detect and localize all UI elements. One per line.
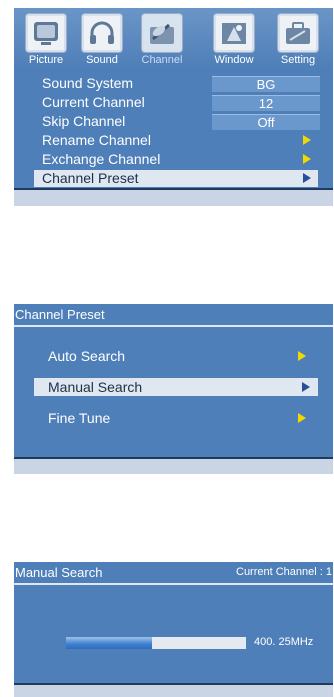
tab-setting[interactable]: Setting xyxy=(268,8,328,68)
menu-footer xyxy=(14,685,333,697)
menu-item-label: Rename Channel xyxy=(42,132,151,148)
menu-item-label: Manual Search xyxy=(48,379,143,395)
tab-label: Sound xyxy=(86,54,118,66)
preset-item-list: Auto Search Manual Search Fine Tune xyxy=(14,327,333,457)
menu-item-label: Exchange Channel xyxy=(42,151,161,167)
menu-item-label: Channel Preset xyxy=(42,170,139,186)
headphones-icon xyxy=(81,13,123,53)
sound-system-value: BG xyxy=(212,76,320,92)
menu-item-sound-system[interactable]: Sound System BG xyxy=(20,75,320,92)
main-menu-panel: Picture Sound Channel Window Setting Sou… xyxy=(14,8,333,206)
panel-title: Manual Search xyxy=(15,565,103,580)
menu-item-auto-search[interactable]: Auto Search xyxy=(34,347,318,365)
manual-search-panel: Manual Search Current Channel : 1 400. 2… xyxy=(14,562,333,697)
search-progress-bar xyxy=(66,637,246,649)
arrow-right-icon xyxy=(303,135,311,145)
current-channel-readout: Current Channel : 1 xyxy=(236,566,332,578)
menu-footer xyxy=(14,190,333,206)
arrow-right-icon xyxy=(302,382,310,392)
tab-label: Window xyxy=(214,54,254,66)
panel-title: Channel Preset xyxy=(15,307,105,322)
skip-channel-value: Off xyxy=(212,114,320,130)
window-icon xyxy=(213,13,255,53)
current-channel-value: 12 xyxy=(212,95,320,111)
toolbox-icon xyxy=(277,13,319,53)
menu-item-fine-tune[interactable]: Fine Tune xyxy=(34,409,318,427)
tab-channel[interactable]: Channel xyxy=(132,8,192,68)
menu-item-current-channel[interactable]: Current Channel 12 xyxy=(20,94,320,111)
tab-label: Channel xyxy=(141,54,183,66)
menu-item-manual-search[interactable]: Manual Search xyxy=(34,378,318,396)
tab-window[interactable]: Window xyxy=(204,8,264,68)
panel-header: Channel Preset xyxy=(14,304,333,325)
menu-footer xyxy=(14,459,333,474)
tv-icon xyxy=(25,13,67,53)
menu-item-label: Current Channel xyxy=(42,94,145,110)
arrow-right-icon xyxy=(298,351,306,361)
menu-item-exchange-channel[interactable]: Exchange Channel xyxy=(20,151,311,168)
search-body: 400. 25MHz xyxy=(14,585,333,683)
menu-item-skip-channel[interactable]: Skip Channel Off xyxy=(20,113,320,130)
channel-preset-panel: Channel Preset Auto Search Manual Search… xyxy=(14,304,333,474)
arrow-right-icon xyxy=(303,173,311,183)
menu-item-label: Skip Channel xyxy=(42,113,126,129)
menu-item-channel-preset[interactable]: Channel Preset xyxy=(34,170,318,187)
search-progress-fill xyxy=(66,637,153,649)
menu-item-rename-channel[interactable]: Rename Channel xyxy=(20,132,311,149)
tab-sound[interactable]: Sound xyxy=(72,8,132,68)
menu-tab-bar: Picture Sound Channel Window Setting xyxy=(14,8,333,68)
menu-item-label: Sound System xyxy=(42,75,134,91)
menu-item-label: Fine Tune xyxy=(48,410,111,426)
tab-picture[interactable]: Picture xyxy=(16,8,76,68)
satellite-dish-icon xyxy=(141,13,183,53)
arrow-right-icon xyxy=(303,154,311,164)
arrow-right-icon xyxy=(298,413,306,423)
frequency-readout: 400. 25MHz xyxy=(254,636,314,648)
menu-item-list: Sound System BG Current Channel 12 Skip … xyxy=(14,68,333,188)
tab-label: Setting xyxy=(280,54,316,66)
panel-header: Manual Search Current Channel : 1 xyxy=(14,562,333,583)
menu-item-label: Auto Search xyxy=(48,348,126,364)
tab-label: Picture xyxy=(28,54,64,66)
